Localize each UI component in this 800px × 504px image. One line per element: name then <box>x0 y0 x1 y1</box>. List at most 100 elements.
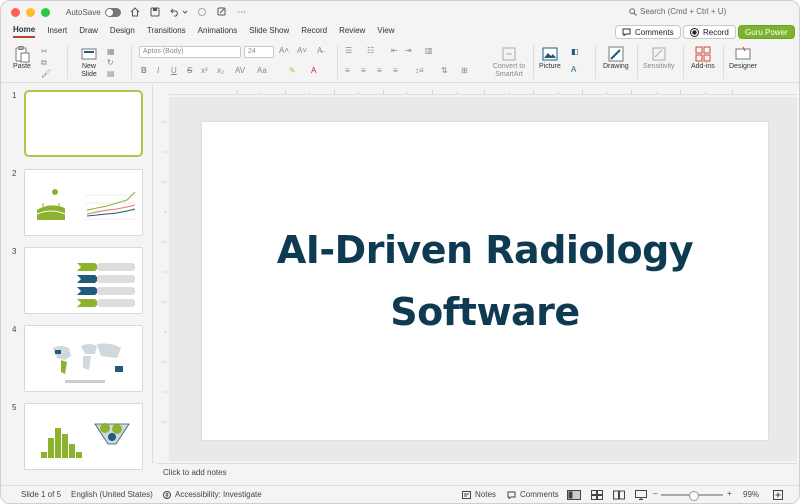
redo-icon[interactable] <box>196 6 208 18</box>
maximize-window-button[interactable] <box>41 7 50 17</box>
indent-icon[interactable]: ⇤ <box>391 46 398 55</box>
notes-button[interactable]: Notes <box>462 490 496 499</box>
slide-thumbnail-5[interactable] <box>24 403 143 470</box>
decrease-font-icon[interactable]: A˅ <box>297 46 307 55</box>
format-brush-icon[interactable]: 🖌 <box>41 69 51 78</box>
drawing-button[interactable]: Drawing <box>603 45 629 70</box>
justify-icon[interactable]: ≡ <box>393 66 398 75</box>
align-center-icon[interactable]: ≡ <box>361 66 366 75</box>
slide-number: 5 <box>12 403 17 412</box>
zoom-level[interactable]: 99% <box>743 490 759 499</box>
reading-view-icon[interactable] <box>613 490 625 500</box>
designer-button[interactable]: Designer <box>729 45 757 70</box>
font-color-icon[interactable]: A <box>311 66 316 75</box>
slide-title-line-1: AI-Driven Radiology <box>276 228 694 272</box>
reset-icon[interactable]: ↻ <box>107 58 114 67</box>
columns-icon[interactable]: ▥ <box>425 46 433 55</box>
tab-view[interactable]: View <box>377 26 394 37</box>
section-icon[interactable]: ▤ <box>107 69 115 78</box>
addins-button[interactable]: Add-ins <box>691 45 715 70</box>
superscript-icon[interactable]: x² <box>201 66 208 75</box>
comments-button[interactable]: Comments <box>615 25 681 39</box>
normal-view-icon[interactable] <box>567 490 581 500</box>
comments-label: Comments <box>635 27 674 37</box>
italic-icon[interactable]: I <box>157 66 159 75</box>
slide-thumbnail-3[interactable] <box>24 247 143 314</box>
bold-icon[interactable]: B <box>141 66 147 75</box>
slide-thumbnail-2[interactable] <box>24 169 143 236</box>
zoom-slider[interactable] <box>661 491 723 501</box>
home-icon[interactable] <box>129 6 141 18</box>
fit-to-window-icon[interactable] <box>773 490 783 500</box>
status-bar: Slide 1 of 5 English (United States) Acc… <box>1 485 799 503</box>
tab-transitions[interactable]: Transitions <box>147 26 186 37</box>
tab-draw[interactable]: Draw <box>79 26 98 37</box>
separator <box>637 45 638 79</box>
increase-font-icon[interactable]: A˄ <box>279 46 289 55</box>
notes-pane[interactable]: Click to add notes <box>157 463 797 481</box>
tab-record[interactable]: Record <box>301 26 327 37</box>
accessibility-button[interactable]: Accessibility: Investigate <box>163 490 262 499</box>
slide-sorter-icon[interactable] <box>591 490 603 500</box>
slideshow-icon[interactable] <box>635 490 647 500</box>
numbering-icon[interactable]: ☷ <box>367 46 374 55</box>
slide-thumbnail-1[interactable] <box>24 90 143 157</box>
current-slide[interactable]: AI-Driven Radiology Software <box>202 122 768 440</box>
zoom-in-button[interactable]: + <box>727 489 732 498</box>
align-text-icon[interactable]: ⊞ <box>461 66 468 75</box>
language[interactable]: English (United States) <box>71 490 153 499</box>
undo-icon[interactable] <box>169 6 181 18</box>
highlight-icon[interactable]: ✎ <box>289 66 296 75</box>
align-left-icon[interactable]: ≡ <box>345 66 350 75</box>
tab-slide-show[interactable]: Slide Show <box>249 26 289 37</box>
strikethrough-icon[interactable]: S <box>187 66 192 75</box>
underline-icon[interactable]: U <box>171 66 177 75</box>
tab-review[interactable]: Review <box>339 26 365 37</box>
tab-animations[interactable]: Animations <box>198 26 238 37</box>
slide-title[interactable]: AI-Driven Radiology Software <box>276 219 694 343</box>
copy-icon[interactable]: ⧉ <box>41 58 47 68</box>
save-icon[interactable] <box>149 6 161 18</box>
font-size-select[interactable]: 24 <box>244 46 274 58</box>
picture-button[interactable]: Picture <box>539 45 561 70</box>
smartart-icon <box>502 47 516 61</box>
tab-insert[interactable]: Insert <box>47 26 67 37</box>
minimize-window-button[interactable] <box>26 7 35 17</box>
cut-icon[interactable]: ✂ <box>41 47 48 56</box>
tab-design[interactable]: Design <box>110 26 135 37</box>
search-icon <box>629 7 637 16</box>
line-spacing-icon[interactable]: ↕≡ <box>415 66 424 75</box>
shapes-icon[interactable]: ◧ <box>571 47 579 56</box>
textbox-icon[interactable]: A <box>571 65 576 74</box>
change-case-icon[interactable]: Aa <box>257 66 267 75</box>
status-comments-button[interactable]: Comments <box>507 490 559 499</box>
clear-format-icon[interactable]: A̶ <box>317 46 322 55</box>
autosave-toggle[interactable] <box>104 7 121 17</box>
outdent-icon[interactable]: ⇥ <box>405 46 412 55</box>
convert-smartart-button[interactable]: Convert to SmartArt <box>489 45 529 79</box>
chevron-down-icon[interactable] <box>182 6 188 18</box>
text-direction-icon[interactable]: ⇅ <box>441 66 448 75</box>
new-slide-button[interactable]: New Slide <box>77 45 101 79</box>
arrow-list-thumbnail-icon <box>77 263 135 307</box>
histogram-thumbnail-icon <box>41 423 130 458</box>
bullets-icon[interactable]: ☰ <box>345 46 352 55</box>
slide-thumbnail-4[interactable] <box>24 325 143 392</box>
subscript-icon[interactable]: x₂ <box>217 66 224 75</box>
guru-power-button[interactable]: Guru Power <box>738 25 795 39</box>
zoom-out-button[interactable]: – <box>653 489 657 498</box>
tab-home[interactable]: Home <box>13 25 36 38</box>
font-name-select[interactable]: Aptos (Body) <box>139 46 241 58</box>
format-painter-icon[interactable] <box>216 6 228 18</box>
sensitivity-button[interactable]: Sensitivity <box>643 45 675 70</box>
layout-icon[interactable]: ▦ <box>107 47 115 56</box>
more-icon[interactable]: ⋯ <box>236 6 248 18</box>
close-window-button[interactable] <box>11 7 20 17</box>
paste-button[interactable]: Paste <box>13 45 31 70</box>
search-box[interactable]: Search (Cmd + Ctrl + U) <box>629 7 726 16</box>
farm-chart-thumbnail-icon <box>36 189 137 220</box>
slide-number: 4 <box>12 325 17 334</box>
char-spacing-icon[interactable]: AV <box>235 66 245 75</box>
align-right-icon[interactable]: ≡ <box>377 66 382 75</box>
record-button[interactable]: Record <box>683 25 736 39</box>
